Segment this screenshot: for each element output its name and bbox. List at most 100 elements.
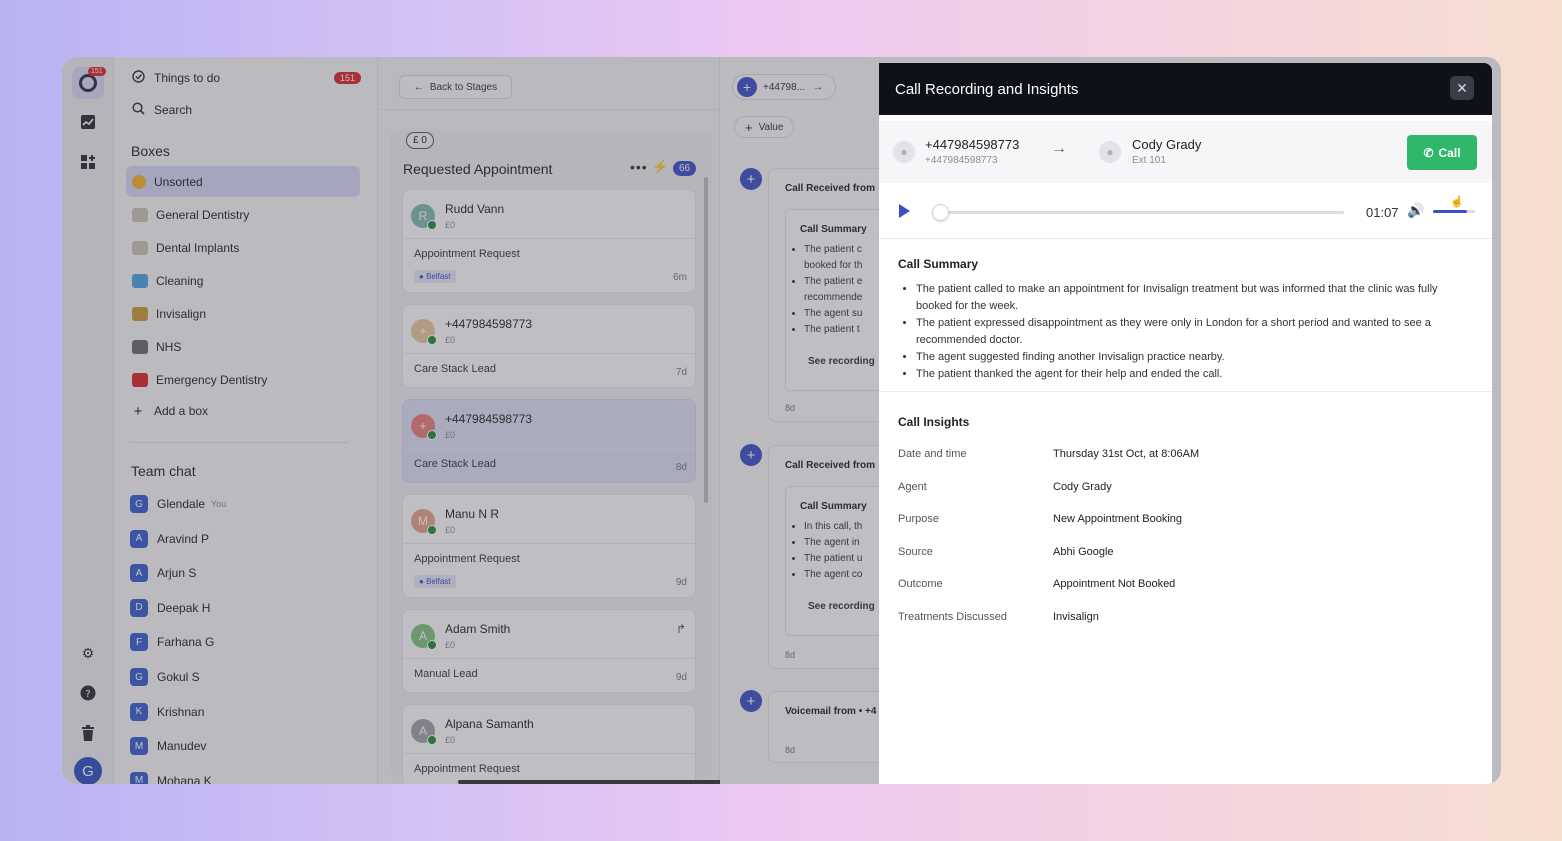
chart-icon[interactable] <box>79 113 97 131</box>
lead-avatar-initial: + <box>419 419 427 433</box>
insights-heading: Call Insights <box>898 415 970 429</box>
lead-name: Alpana Samanth <box>445 717 534 731</box>
caller-avatar-icon: ● <box>893 141 915 163</box>
call-button[interactable]: ✆ Call <box>1407 135 1477 170</box>
insight-value: Thursday 31st Oct, at 8:06AM <box>1053 448 1200 460</box>
volume-icon[interactable]: 🔊 <box>1407 202 1424 219</box>
column-scrollbar[interactable] <box>704 177 708 503</box>
search-icon <box>130 102 146 118</box>
close-icon[interactable]: ✕ <box>1450 76 1474 100</box>
phone-icon: ✆ <box>1423 145 1434 160</box>
user-avatar[interactable]: G <box>74 757 102 784</box>
lead-type: Appointment Request <box>414 553 520 565</box>
member-avatar: K <box>130 702 148 721</box>
value-label: Value <box>758 121 784 133</box>
call-parties: ● +447984598773 +447984598773 → ● Cody G… <box>879 121 1492 183</box>
box-label: Unsorted <box>154 174 203 189</box>
lead-avatar: + <box>411 414 437 440</box>
lead-card[interactable]: M Manu N R £0 Appointment Request ● Belfast 9… <box>402 494 696 598</box>
sidebar-box-item[interactable]: Invisalign <box>126 298 360 329</box>
team-chat-member[interactable]: M Manudev <box>130 736 206 756</box>
check-circle-icon <box>130 70 146 86</box>
lead-value: £0 <box>445 735 456 745</box>
agent-name: Cody Grady <box>1132 137 1202 152</box>
trash-icon[interactable] <box>79 724 97 742</box>
lead-value: £0 <box>445 335 456 345</box>
lead-type: Appointment Request <box>414 763 520 775</box>
widgets-icon[interactable] <box>79 153 97 171</box>
help-icon[interactable]: ? <box>79 684 97 702</box>
sidebar-box-item[interactable]: Cleaning <box>126 265 360 296</box>
modal-header: Call Recording and Insights ✕ <box>879 63 1492 115</box>
entry-title: Voicemail from • +4 <box>785 706 877 717</box>
icon-rail: 151 ⚙ ? G <box>62 57 114 784</box>
channel-badge-icon <box>427 640 437 650</box>
lead-card[interactable]: A Alpana Samanth £0 Appointment Request <box>402 704 696 784</box>
sidebar-box-item[interactable]: Dental Implants <box>126 232 360 263</box>
see-recording-link[interactable]: See recording <box>808 356 875 367</box>
things-to-do-item[interactable]: Things to do 151 <box>130 65 361 91</box>
box-label: NHS <box>156 339 182 354</box>
card-divider <box>403 753 695 754</box>
sidebar-box-item[interactable]: NHS <box>126 331 360 362</box>
stage-column: ← Back to Stages £ 0 Requested Appointme… <box>378 57 858 784</box>
member-name: Glendale <box>157 497 206 511</box>
team-chat-member[interactable]: D Deepak H <box>130 598 210 618</box>
channel-badge-icon <box>427 430 437 440</box>
see-recording-link[interactable]: See recording <box>808 601 875 612</box>
lead-name: Adam Smith <box>445 622 511 636</box>
team-chat-member[interactable]: A Aravind P <box>130 529 209 549</box>
gear-icon[interactable]: ⚙ <box>79 644 97 662</box>
team-chat-member[interactable]: G Glendale You <box>130 494 226 514</box>
team-chat-member[interactable]: F Farhana G <box>130 632 214 652</box>
search-label: Search <box>154 103 193 117</box>
entry-bullet: The patient e <box>804 274 862 290</box>
add-timeline-entry-button[interactable]: + <box>740 444 762 466</box>
seek-track[interactable] <box>939 211 1344 214</box>
lead-avatar-initial: A <box>418 629 427 643</box>
sidebar-box-item[interactable]: Unsorted <box>126 166 360 197</box>
entry-bullet: recommende <box>804 292 863 303</box>
team-chat-member[interactable]: M Mohana K <box>130 771 212 784</box>
insight-key: Purpose <box>898 513 939 526</box>
member-avatar: M <box>130 771 148 784</box>
plus-icon: + <box>745 119 753 135</box>
team-chat-member[interactable]: K Krishnan <box>130 702 204 722</box>
more-options-icon[interactable]: ••• <box>630 159 648 175</box>
card-divider <box>403 658 695 659</box>
lead-card[interactable]: A Adam Smith £0 Manual Lead 9d ↱ <box>402 609 696 693</box>
location-tag: ● Belfast <box>414 270 456 283</box>
add-timeline-entry-button[interactable]: + <box>740 690 762 712</box>
seek-handle[interactable] <box>932 204 949 221</box>
sidebar-box-item[interactable]: Emergency Dentistry <box>126 364 360 395</box>
box-label: Emergency Dentistry <box>156 372 268 387</box>
contact-chip[interactable]: + +44798... → <box>732 74 836 100</box>
lead-card[interactable]: + +447984598773 £0 Care Stack Lead 8d <box>402 399 696 483</box>
add-box-button[interactable]: + Add a box <box>130 398 361 424</box>
entry-bullet: The agent su <box>804 306 862 322</box>
team-chat-member[interactable]: G Gokul S <box>130 667 200 687</box>
boxes-heading: Boxes <box>131 143 170 159</box>
insight-key: Date and time <box>898 448 967 460</box>
search-item[interactable]: Search <box>130 97 361 123</box>
sidebar-box-item[interactable]: General Dentistry <box>126 199 360 230</box>
value-button[interactable]: + Value <box>734 116 795 138</box>
entry-bullet: In this call, th <box>804 519 862 535</box>
summary-item: The agent suggested finding another Invi… <box>916 349 1456 366</box>
caller-sub: +447984598773 <box>925 155 998 166</box>
card-divider <box>403 238 695 239</box>
lead-card[interactable]: R Rudd Vann £0 Appointment Request ● Belfast… <box>402 189 696 293</box>
forward-icon[interactable]: ↱ <box>676 622 686 636</box>
add-timeline-entry-button[interactable]: + <box>740 168 762 190</box>
play-icon[interactable] <box>899 204 910 218</box>
lead-card[interactable]: + +447984598773 £0 Care Stack Lead 7d <box>402 304 696 388</box>
team-chat-member[interactable]: A Arjun S <box>130 563 196 583</box>
automation-bolt-icon[interactable]: ⚡ <box>652 159 668 175</box>
insight-value: New Appointment Booking <box>1053 513 1183 526</box>
member-avatar: A <box>130 564 148 583</box>
volume-slider[interactable] <box>1433 210 1475 213</box>
card-divider <box>403 448 695 449</box>
back-to-stages-button[interactable]: ← Back to Stages <box>399 75 512 99</box>
member-name: Manudev <box>157 739 207 754</box>
lead-name: +447984598773 <box>445 317 533 331</box>
